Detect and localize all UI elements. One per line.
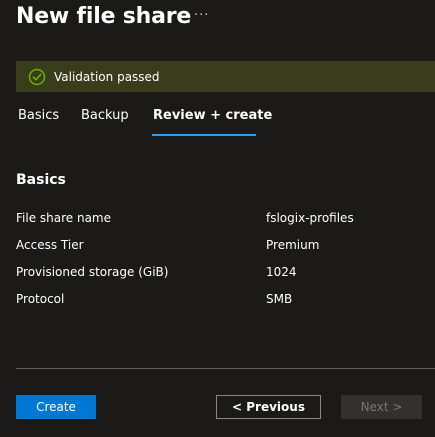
tab-backup[interactable]: Backup xyxy=(81,108,129,123)
section-heading: Basics xyxy=(16,172,66,188)
footer-divider xyxy=(16,368,435,369)
next-button[interactable]: Next > xyxy=(341,395,422,419)
page-title: New file share xyxy=(16,4,192,29)
validation-message: Validation passed xyxy=(54,69,160,84)
value-provisioned-storage: 1024 xyxy=(266,265,297,279)
create-button[interactable]: Create xyxy=(16,395,96,419)
label-provisioned-storage: Provisioned storage (GiB) xyxy=(16,265,169,279)
tab-review-create[interactable]: Review + create xyxy=(153,108,272,123)
active-tab-indicator xyxy=(152,134,256,136)
check-circle-icon xyxy=(28,68,46,86)
value-file-share-name: fslogix-profiles xyxy=(266,211,354,225)
label-protocol: Protocol xyxy=(16,292,65,306)
previous-button[interactable]: < Previous xyxy=(216,395,321,419)
value-access-tier: Premium xyxy=(266,238,320,252)
validation-banner: Validation passed xyxy=(16,61,435,92)
label-file-share-name: File share name xyxy=(16,211,112,225)
value-protocol: SMB xyxy=(266,292,293,306)
tab-basics[interactable]: Basics xyxy=(18,108,59,123)
more-options-icon[interactable]: ··· xyxy=(194,8,209,23)
label-access-tier: Access Tier xyxy=(16,238,84,252)
